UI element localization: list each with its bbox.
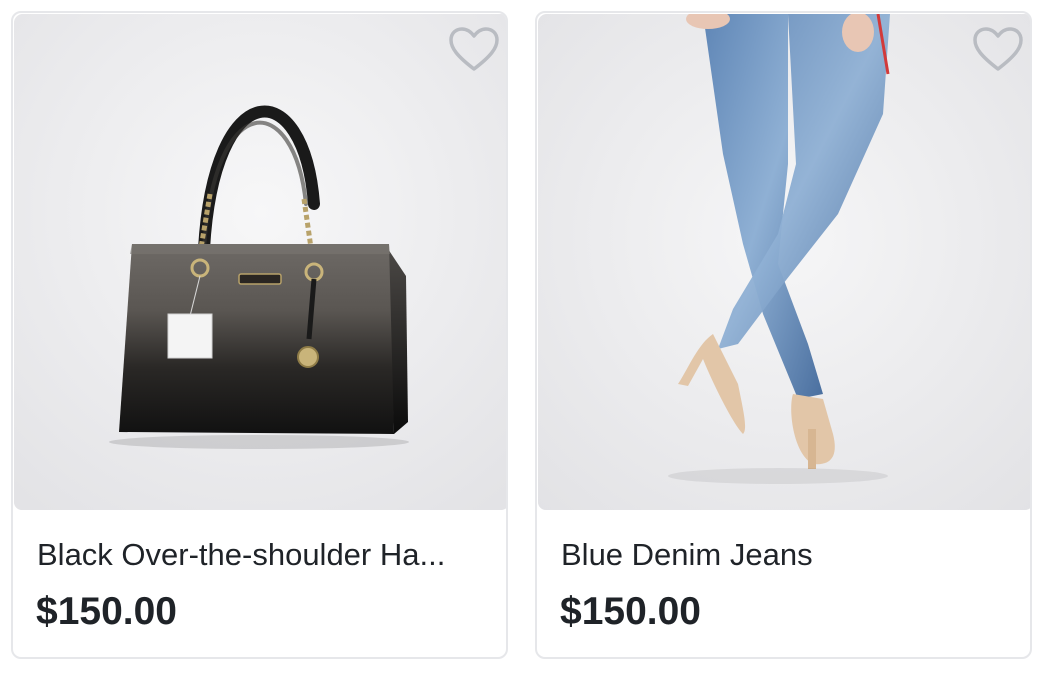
product-price: $150.00 [560, 590, 701, 633]
product-image-jeans[interactable] [538, 14, 1030, 510]
jeans-photo [538, 14, 1030, 510]
product-title[interactable]: Blue Denim Jeans [561, 535, 1011, 575]
product-price: $150.00 [36, 590, 177, 633]
product-image-handbag[interactable] [14, 14, 506, 510]
product-card[interactable]: Blue Denim Jeans $150.00 [535, 11, 1032, 659]
product-grid: Black Over-the-shoulder Ha... $150.00 Bl… [0, 0, 1047, 673]
handbag-photo [14, 14, 506, 510]
favorite-heart-icon[interactable] [971, 25, 1025, 75]
product-card[interactable]: Black Over-the-shoulder Ha... $150.00 [11, 11, 508, 659]
product-title[interactable]: Black Over-the-shoulder Ha... [37, 535, 487, 575]
favorite-heart-icon[interactable] [447, 25, 501, 75]
